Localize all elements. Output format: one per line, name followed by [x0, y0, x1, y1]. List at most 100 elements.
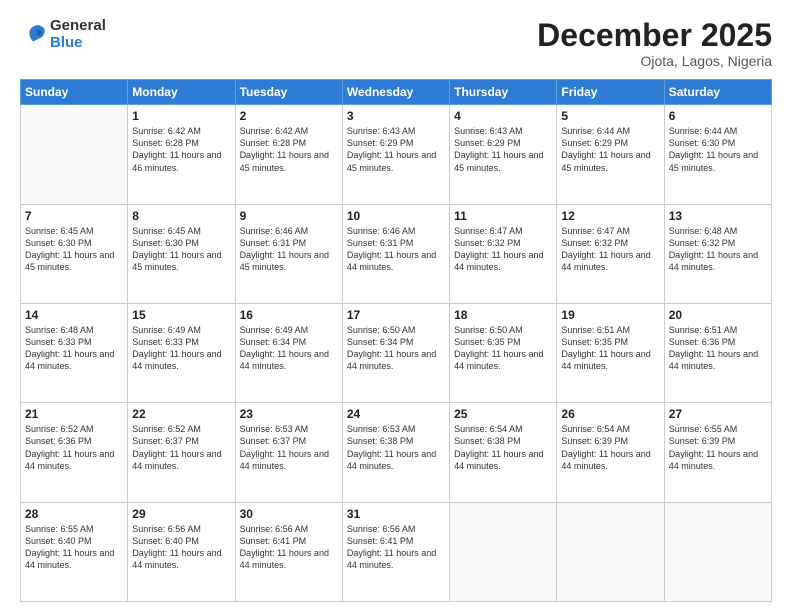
title-block: December 2025 Ojota, Lagos, Nigeria — [537, 18, 772, 69]
header-thursday: Thursday — [450, 80, 557, 105]
cell-details: Sunrise: 6:50 AMSunset: 6:35 PMDaylight:… — [454, 324, 552, 373]
day-number: 26 — [561, 407, 659, 421]
day-number: 30 — [240, 507, 338, 521]
day-number: 29 — [132, 507, 230, 521]
cell-details: Sunrise: 6:56 AMSunset: 6:40 PMDaylight:… — [132, 523, 230, 572]
calendar-cell: 7Sunrise: 6:45 AMSunset: 6:30 PMDaylight… — [21, 204, 128, 303]
calendar-cell: 10 Sunrise: 6:46 AMSunset: 6:31 PMDayligh… — [342, 204, 449, 303]
cell-details: Sunrise: 6:44 AMSunset: 6:29 PMDaylight:… — [561, 125, 659, 174]
day-number: 9 — [240, 209, 338, 223]
day-number: 11 — [454, 209, 552, 223]
calendar-cell: 2 Sunrise: 6:42 AMSunset: 6:28 PMDaylight… — [235, 105, 342, 204]
cell-details: Sunrise: 6:50 AMSunset: 6:34 PMDaylight:… — [347, 324, 445, 373]
calendar-week-row: 1Sunrise: 6:42 AMSunset: 6:28 PMDaylight… — [21, 105, 772, 204]
calendar-cell: 21 Sunrise: 6:52 AMSunset: 6:36 PMDayligh… — [21, 403, 128, 502]
cell-details: Sunrise: 6:53 AMSunset: 6:38 PMDaylight:… — [347, 423, 445, 472]
day-number: 6 — [669, 109, 767, 123]
cell-details: Sunrise: 6:51 AMSunset: 6:36 PMDaylight:… — [669, 324, 767, 373]
day-number: 18 — [454, 308, 552, 322]
calendar-cell: 24 Sunrise: 6:53 AMSunset: 6:38 PMDayligh… — [342, 403, 449, 502]
day-number: 16 — [240, 308, 338, 322]
calendar-cell: 30 Sunrise: 6:56 AMSunset: 6:41 PMDayligh… — [235, 502, 342, 601]
calendar-cell: 11 Sunrise: 6:47 AMSunset: 6:32 PMDayligh… — [450, 204, 557, 303]
location: Ojota, Lagos, Nigeria — [537, 53, 772, 69]
logo-text: General Blue — [50, 18, 106, 51]
calendar-cell: 8 Sunrise: 6:45 AMSunset: 6:30 PMDaylight… — [128, 204, 235, 303]
calendar-cell: 19 Sunrise: 6:51 AMSunset: 6:35 PMDayligh… — [557, 303, 664, 402]
calendar-table: Sunday Monday Tuesday Wednesday Thursday… — [20, 79, 772, 602]
header-tuesday: Tuesday — [235, 80, 342, 105]
cell-details: Sunrise: 6:55 AMSunset: 6:40 PMDaylight:… — [25, 523, 123, 572]
calendar-cell: 13 Sunrise: 6:48 AMSunset: 6:32 PMDayligh… — [664, 204, 771, 303]
logo-blue-text: Blue — [50, 35, 106, 52]
calendar-cell: 6Sunrise: 6:44 AMSunset: 6:30 PMDaylight… — [664, 105, 771, 204]
calendar-week-row: 14 Sunrise: 6:48 AMSunset: 6:33 PMDayligh… — [21, 303, 772, 402]
calendar-cell: 22 Sunrise: 6:52 AMSunset: 6:37 PMDayligh… — [128, 403, 235, 502]
day-number: 19 — [561, 308, 659, 322]
day-number: 28 — [25, 507, 123, 521]
calendar-cell: 28 Sunrise: 6:55 AMSunset: 6:40 PMDayligh… — [21, 502, 128, 601]
cell-details: Sunrise: 6:42 AMSunset: 6:28 PMDaylight:… — [132, 125, 230, 174]
calendar-cell: 15Sunrise: 6:49 AMSunset: 6:33 PMDayligh… — [128, 303, 235, 402]
cell-details: Sunrise: 6:51 AMSunset: 6:35 PMDaylight:… — [561, 324, 659, 373]
calendar-cell: 1Sunrise: 6:42 AMSunset: 6:28 PMDaylight… — [128, 105, 235, 204]
cell-details: Sunrise: 6:54 AMSunset: 6:39 PMDaylight:… — [561, 423, 659, 472]
calendar-page: General Blue December 2025 Ojota, Lagos,… — [0, 0, 792, 612]
calendar-cell: 4 Sunrise: 6:43 AMSunset: 6:29 PMDaylight… — [450, 105, 557, 204]
calendar-cell — [450, 502, 557, 601]
day-number: 25 — [454, 407, 552, 421]
cell-details: Sunrise: 6:48 AMSunset: 6:32 PMDaylight:… — [669, 225, 767, 274]
calendar-cell: 25 Sunrise: 6:54 AMSunset: 6:38 PMDayligh… — [450, 403, 557, 502]
day-number: 21 — [25, 407, 123, 421]
day-number: 2 — [240, 109, 338, 123]
header-friday: Friday — [557, 80, 664, 105]
calendar-cell: 14 Sunrise: 6:48 AMSunset: 6:33 PMDayligh… — [21, 303, 128, 402]
cell-details: Sunrise: 6:43 AMSunset: 6:29 PMDaylight:… — [347, 125, 445, 174]
day-number: 14 — [25, 308, 123, 322]
day-number: 31 — [347, 507, 445, 521]
calendar-cell: 9Sunrise: 6:46 AMSunset: 6:31 PMDaylight… — [235, 204, 342, 303]
cell-details: Sunrise: 6:53 AMSunset: 6:37 PMDaylight:… — [240, 423, 338, 472]
calendar-cell: 17Sunrise: 6:50 AMSunset: 6:34 PMDayligh… — [342, 303, 449, 402]
day-number: 22 — [132, 407, 230, 421]
weekday-header-row: Sunday Monday Tuesday Wednesday Thursday… — [21, 80, 772, 105]
calendar-week-row: 7Sunrise: 6:45 AMSunset: 6:30 PMDaylight… — [21, 204, 772, 303]
cell-details: Sunrise: 6:52 AMSunset: 6:37 PMDaylight:… — [132, 423, 230, 472]
calendar-cell: 26 Sunrise: 6:54 AMSunset: 6:39 PMDayligh… — [557, 403, 664, 502]
calendar-cell: 16Sunrise: 6:49 AMSunset: 6:34 PMDayligh… — [235, 303, 342, 402]
cell-details: Sunrise: 6:45 AMSunset: 6:30 PMDaylight:… — [25, 225, 123, 274]
calendar-cell: 3 Sunrise: 6:43 AMSunset: 6:29 PMDaylight… — [342, 105, 449, 204]
day-number: 24 — [347, 407, 445, 421]
month-title: December 2025 — [537, 18, 772, 53]
day-number: 13 — [669, 209, 767, 223]
calendar-cell: 27 Sunrise: 6:55 AMSunset: 6:39 PMDayligh… — [664, 403, 771, 502]
day-number: 27 — [669, 407, 767, 421]
header-wednesday: Wednesday — [342, 80, 449, 105]
calendar-cell: 5 Sunrise: 6:44 AMSunset: 6:29 PMDaylight… — [557, 105, 664, 204]
day-number: 23 — [240, 407, 338, 421]
logo: General Blue — [20, 18, 106, 51]
cell-details: Sunrise: 6:55 AMSunset: 6:39 PMDaylight:… — [669, 423, 767, 472]
cell-details: Sunrise: 6:54 AMSunset: 6:38 PMDaylight:… — [454, 423, 552, 472]
cell-details: Sunrise: 6:42 AMSunset: 6:28 PMDaylight:… — [240, 125, 338, 174]
day-number: 3 — [347, 109, 445, 123]
calendar-cell: 18 Sunrise: 6:50 AMSunset: 6:35 PMDayligh… — [450, 303, 557, 402]
header: General Blue December 2025 Ojota, Lagos,… — [20, 18, 772, 69]
calendar-cell: 20 Sunrise: 6:51 AMSunset: 6:36 PMDayligh… — [664, 303, 771, 402]
cell-details: Sunrise: 6:45 AMSunset: 6:30 PMDaylight:… — [132, 225, 230, 274]
cell-details: Sunrise: 6:52 AMSunset: 6:36 PMDaylight:… — [25, 423, 123, 472]
logo-general-text: General — [50, 18, 106, 35]
day-number: 5 — [561, 109, 659, 123]
cell-details: Sunrise: 6:43 AMSunset: 6:29 PMDaylight:… — [454, 125, 552, 174]
calendar-cell: 12Sunrise: 6:47 AMSunset: 6:32 PMDayligh… — [557, 204, 664, 303]
day-number: 4 — [454, 109, 552, 123]
cell-details: Sunrise: 6:48 AMSunset: 6:33 PMDaylight:… — [25, 324, 123, 373]
cell-details: Sunrise: 6:47 AMSunset: 6:32 PMDaylight:… — [454, 225, 552, 274]
calendar-cell — [21, 105, 128, 204]
day-number: 20 — [669, 308, 767, 322]
cell-details: Sunrise: 6:56 AMSunset: 6:41 PMDaylight:… — [240, 523, 338, 572]
calendar-cell — [557, 502, 664, 601]
cell-details: Sunrise: 6:46 AMSunset: 6:31 PMDaylight:… — [347, 225, 445, 274]
day-number: 8 — [132, 209, 230, 223]
day-number: 10 — [347, 209, 445, 223]
